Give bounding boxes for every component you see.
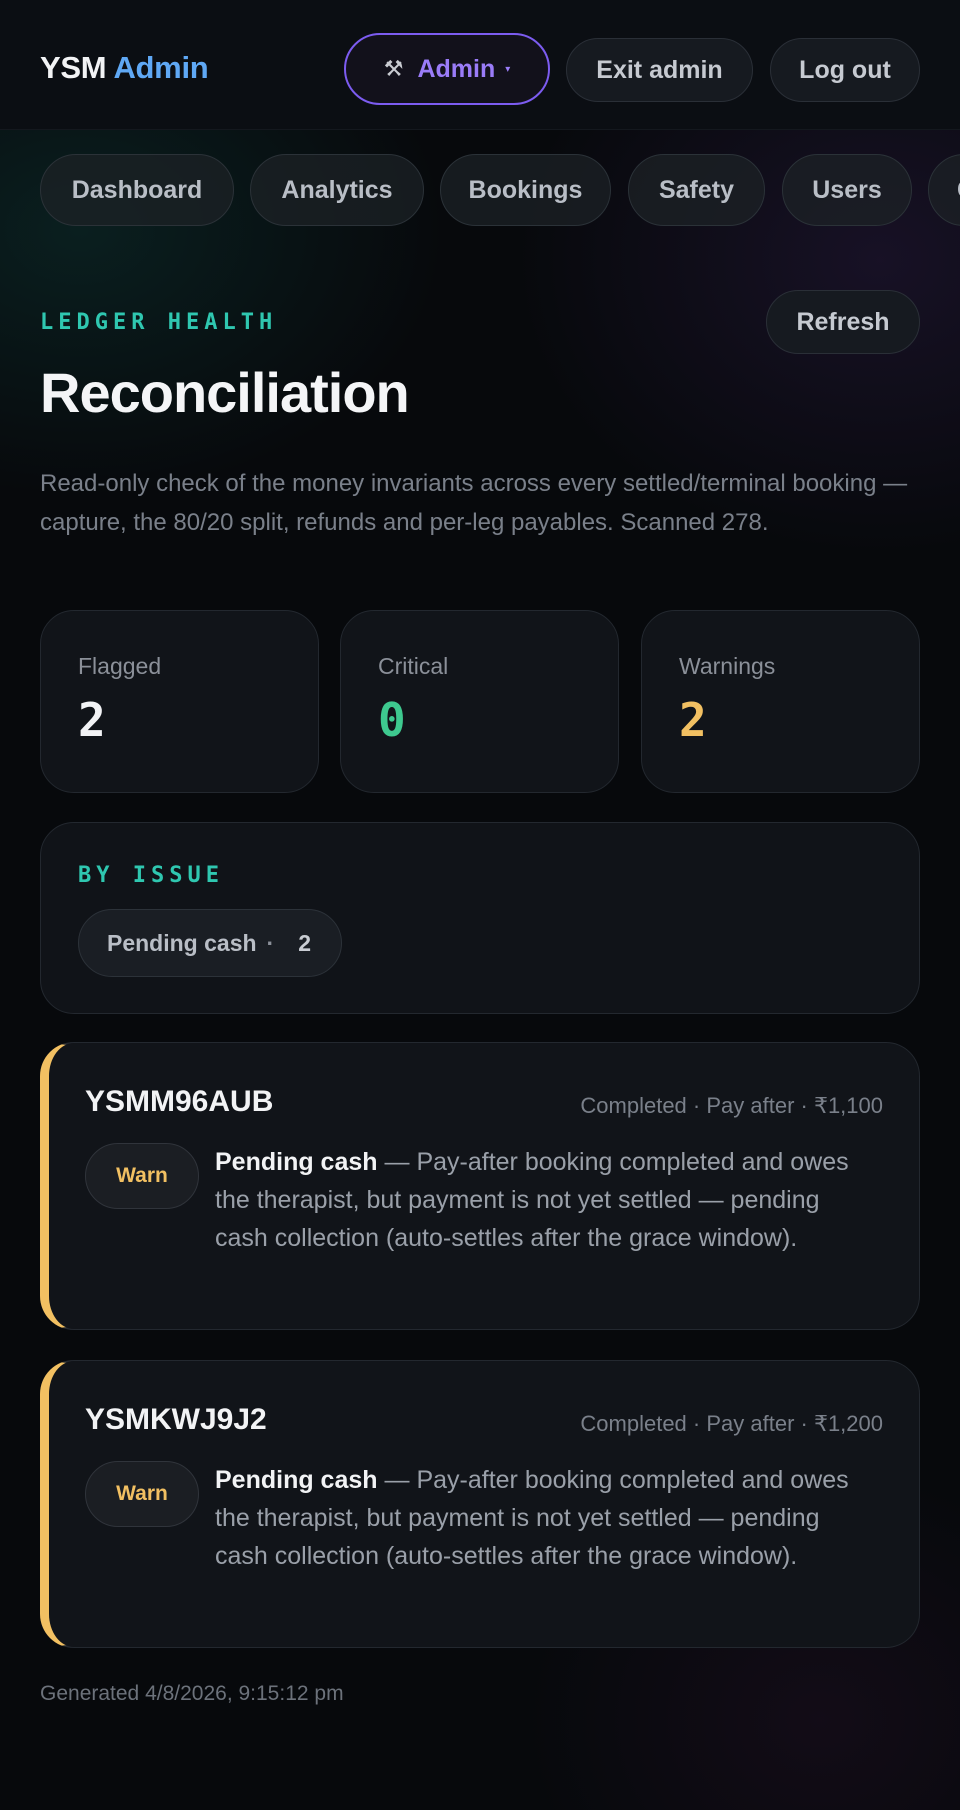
stat-value: 2 <box>679 693 707 747</box>
stat-label: Flagged <box>78 653 162 679</box>
stat-card-flagged: Flagged 2 <box>40 610 319 793</box>
admin-nav-tabs: Dashboard Analytics Bookings Safety User… <box>0 154 960 226</box>
tab-dashboard[interactable]: Dashboard <box>40 154 234 226</box>
severity-badge: Warn <box>85 1143 199 1209</box>
booking-meta: Completed · Pay after · ₹1,200 <box>580 1411 883 1436</box>
flagged-booking-row[interactable]: YSMM96AUB Completed · Pay after · ₹1,100… <box>40 1042 920 1330</box>
stat-value: 2 <box>78 693 106 747</box>
issue-name: Pending cash <box>215 1148 378 1176</box>
issue-name: Pending cash <box>215 1466 378 1494</box>
section-eyebrow: LEDGER HEALTH <box>40 310 278 335</box>
stat-card-warnings: Warnings 2 <box>641 610 920 793</box>
stat-label: Critical <box>378 653 449 679</box>
booking-code: YSMM96AUB <box>85 1085 274 1118</box>
page-title: Reconciliation <box>40 361 410 424</box>
chip-label: Pending cash <box>107 929 257 956</box>
tab-overflow[interactable]: C <box>928 154 960 226</box>
admin-menu-button[interactable]: ⚒ Admin ▾ <box>344 33 550 105</box>
booking-meta: Completed · Pay after · ₹1,100 <box>580 1093 883 1118</box>
chip-count: 2 <box>298 929 312 956</box>
by-issue-card: BY ISSUE Pending cash · 2 <box>40 822 920 1014</box>
chip-separator: · <box>266 929 275 956</box>
admin-menu-label: Admin <box>417 54 496 83</box>
booking-code: YSMKWJ9J2 <box>85 1403 267 1436</box>
tab-safety[interactable]: Safety <box>628 154 765 226</box>
stat-card-critical: Critical 0 <box>340 610 619 793</box>
tab-bookings[interactable]: Bookings <box>440 154 611 226</box>
chevron-down-icon: ▾ <box>505 63 511 75</box>
tab-analytics[interactable]: Analytics <box>250 154 424 226</box>
tab-users[interactable]: Users <box>782 154 912 226</box>
issue-description: Pending cash — Pay-after booking complet… <box>215 1461 875 1575</box>
issue-filter-chip[interactable]: Pending cash · 2 <box>78 909 342 977</box>
stat-label: Warnings <box>679 653 776 679</box>
refresh-button[interactable]: Refresh <box>766 290 920 354</box>
brand-name: YSM <box>40 50 107 85</box>
by-issue-heading: BY ISSUE <box>78 863 224 888</box>
top-bar: YSM Admin ⚒ Admin ▾ Exit admin Log out <box>0 0 960 130</box>
severity-badge: Warn <box>85 1461 199 1527</box>
page-description: Read-only check of the money invariants … <box>40 470 908 536</box>
issue-description: Pending cash — Pay-after booking complet… <box>215 1143 875 1257</box>
brand-suffix: Admin <box>113 50 209 85</box>
exit-admin-button[interactable]: Exit admin <box>566 38 753 102</box>
tools-icon: ⚒ <box>383 56 404 81</box>
brand-logo[interactable]: YSM Admin <box>40 50 209 86</box>
flagged-booking-row[interactable]: YSMKWJ9J2 Completed · Pay after · ₹1,200… <box>40 1360 920 1648</box>
stat-value: 0 <box>378 693 406 747</box>
log-out-button[interactable]: Log out <box>770 38 920 102</box>
generated-timestamp: Generated 4/8/2026, 9:15:12 pm <box>40 1682 344 1705</box>
